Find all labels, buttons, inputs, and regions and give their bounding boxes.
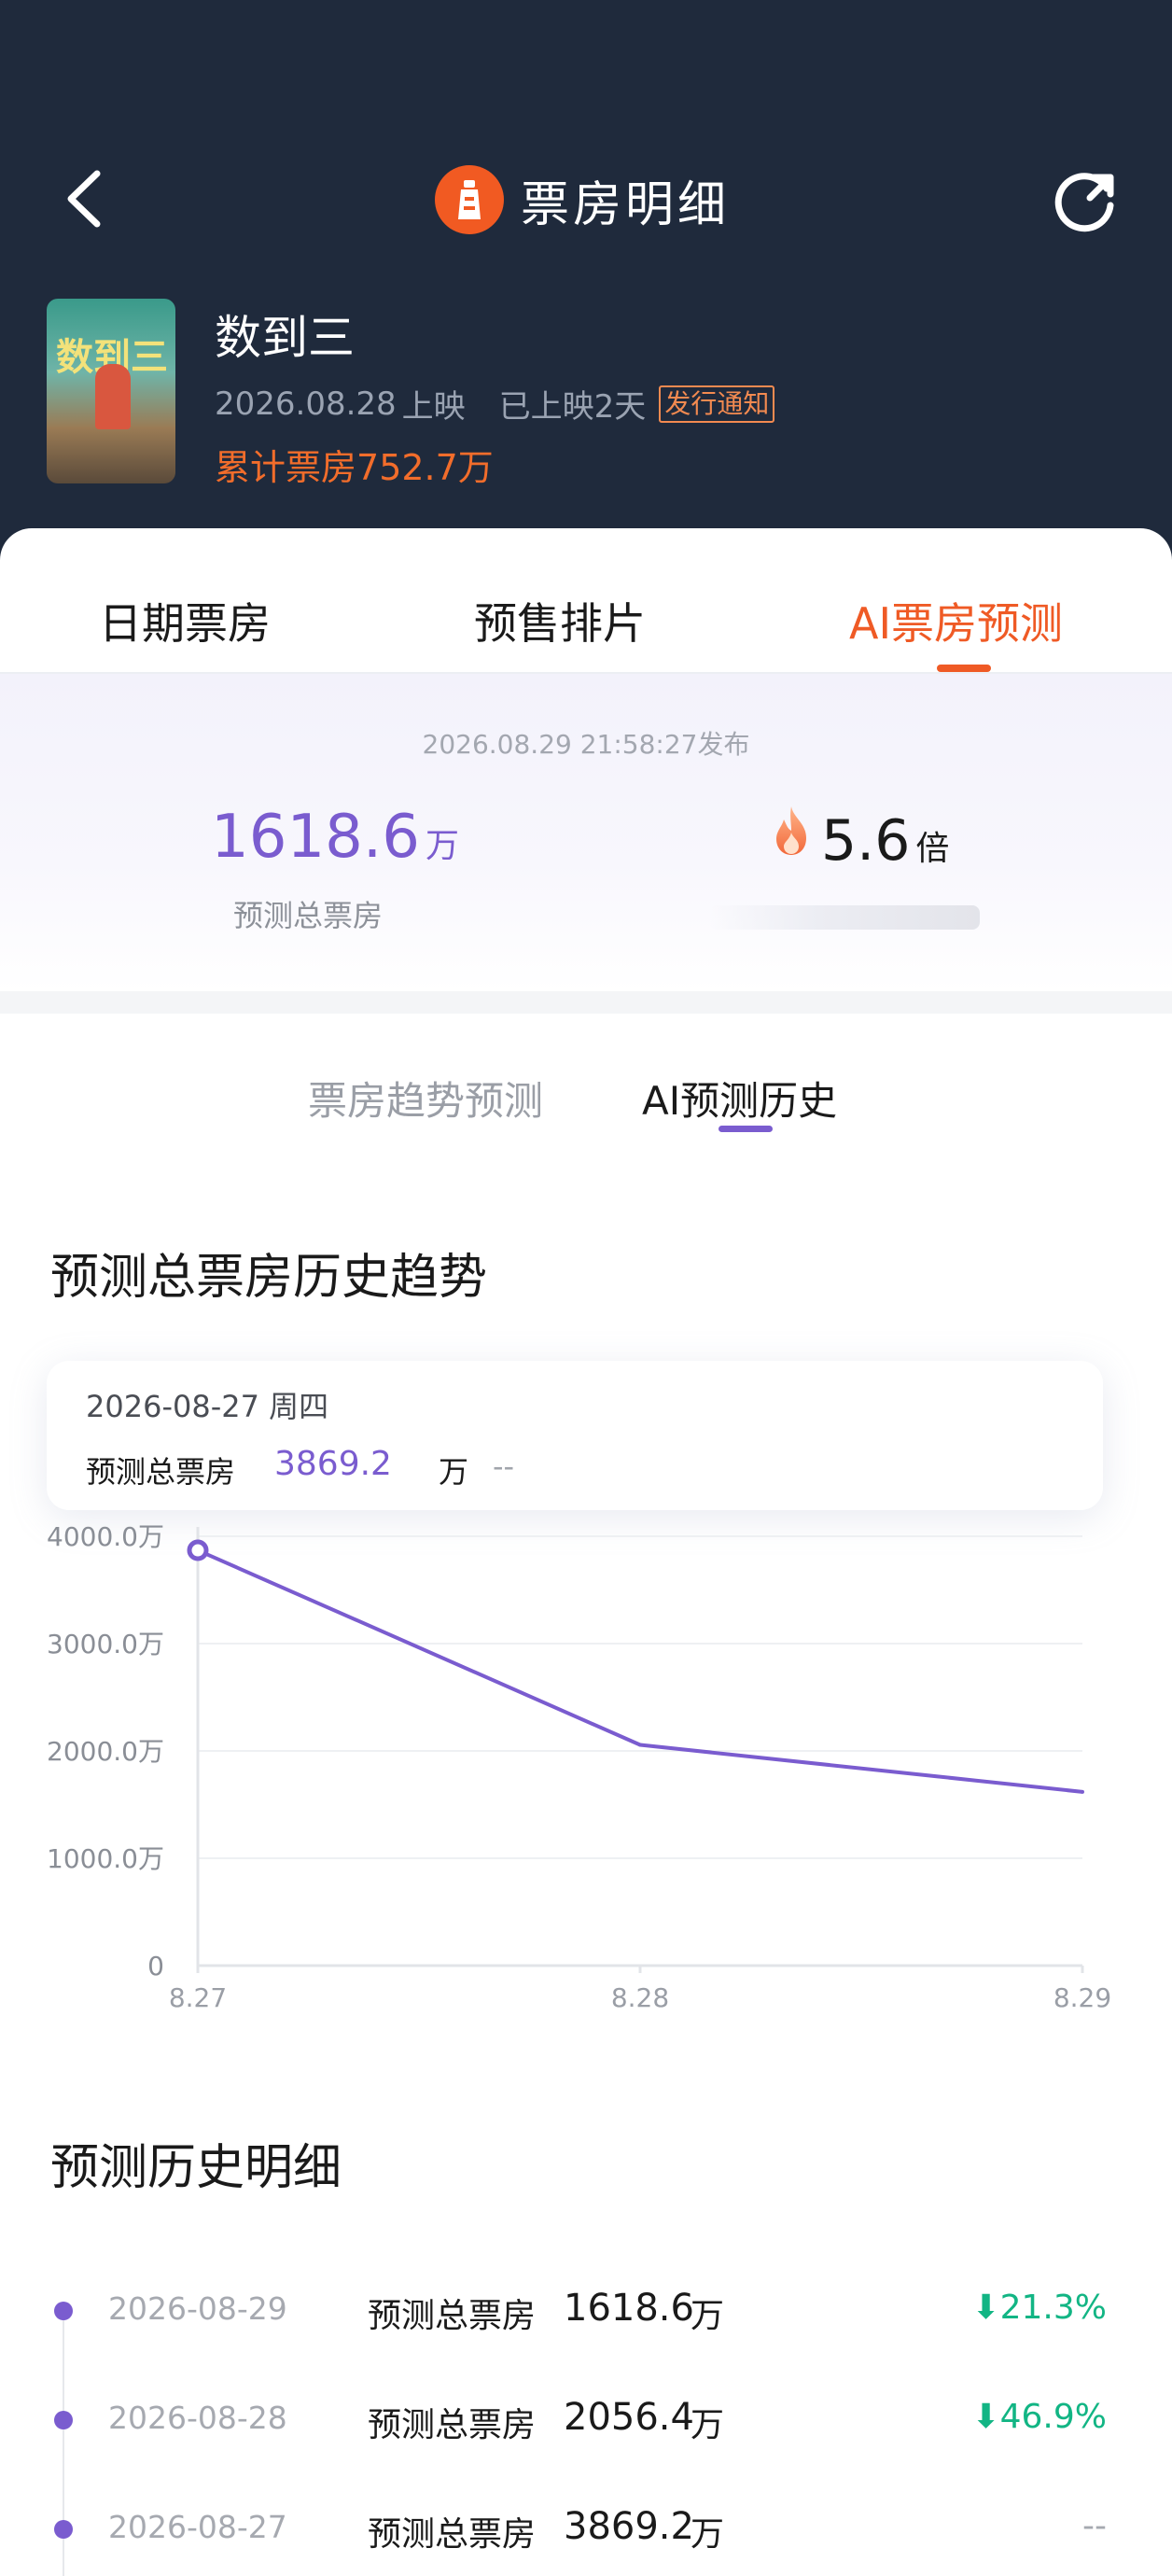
y-tick-label: 4000.0万 xyxy=(47,1521,164,1552)
history-label: 预测总票房 xyxy=(368,2515,537,2554)
header-background xyxy=(0,0,1172,579)
y-tick-label: 1000.0万 xyxy=(47,1843,164,1874)
prediction-band xyxy=(0,674,1172,991)
history-label: 预测总票房 xyxy=(368,2297,537,2335)
total-label: 累计票房 xyxy=(215,447,357,488)
x-tick-label: 8.28 xyxy=(611,1982,669,2013)
history-row: 2026-08-27 预测总票房 3869.2 万 -- xyxy=(0,2501,1172,2576)
tooltip-value: 3869.2 xyxy=(274,1445,392,1483)
history-unit: 万 xyxy=(691,2515,725,2554)
predicted-total-value: 1618.6 xyxy=(211,803,420,872)
arrow-down-icon: ⬇ xyxy=(971,2398,1000,2436)
history-label: 预测总票房 xyxy=(368,2406,537,2444)
fire-icon xyxy=(776,806,806,855)
poster-figure xyxy=(95,364,131,429)
data-point xyxy=(187,1539,209,1561)
release-suffix: 上映 xyxy=(401,388,466,426)
history-change: -- xyxy=(1082,2507,1107,2545)
data-point xyxy=(638,1743,642,1747)
trend-section-title: 预测总票房历史趋势 xyxy=(50,1250,488,1306)
tab-ai-prediction[interactable]: AI票房预测 xyxy=(849,590,1063,651)
tab-date-boxoffice[interactable]: 日期票房 xyxy=(99,590,271,651)
history-change: ⬇21.3% xyxy=(971,2289,1107,2327)
x-tick-label: 8.27 xyxy=(169,1982,227,2013)
tooltip-label: 预测总票房 xyxy=(86,1454,236,1490)
series-line xyxy=(197,1548,1083,1794)
predicted-total-unit: 万 xyxy=(425,827,459,865)
multiple: 5.6 倍 xyxy=(821,808,949,874)
movie-poster[interactable]: 数到三 xyxy=(47,299,175,483)
y-tick-label: 0 xyxy=(147,1951,164,1981)
movie-name: 数到三 xyxy=(215,311,355,365)
multiple-value: 5.6 xyxy=(821,808,911,874)
arrow-down-icon: ⬇ xyxy=(971,2289,1000,2327)
chart-tooltip: 2026-08-27 周四 预测总票房 3869.2 万 -- xyxy=(47,1361,1103,1510)
history-row: 2026-08-29 预测总票房 1618.6 万 ⬇21.3% xyxy=(0,2283,1172,2358)
movie-meta: 2026.08.28 上映 已上映2天 发行通知 xyxy=(215,381,775,427)
active-subtab-indicator xyxy=(719,1126,773,1132)
tab-bar: 日期票房 预售排片 AI票房预测 xyxy=(0,560,1172,672)
back-icon[interactable] xyxy=(58,166,114,231)
x-tick-label: 8.29 xyxy=(1053,1982,1111,2013)
total-boxoffice: 累计票房752.7万 xyxy=(215,439,494,490)
history-change: ⬇46.9% xyxy=(971,2398,1107,2436)
notice-badge[interactable]: 发行通知 xyxy=(659,385,775,423)
section-gap xyxy=(0,991,1172,1014)
release-date: 2026.08.28 xyxy=(215,385,397,423)
refresh-icon[interactable] xyxy=(1051,164,1122,235)
history-date: 2026-08-29 xyxy=(108,2290,287,2327)
tooltip-date: 2026-08-27 周四 xyxy=(86,1389,329,1424)
days-shown: 已上映2天 xyxy=(498,388,647,426)
total-value: 752.7万 xyxy=(356,447,494,488)
subtab-trend-prediction[interactable]: 票房趋势预测 xyxy=(308,1070,543,1127)
y-tick-label: 2000.0万 xyxy=(47,1736,164,1767)
history-unit: 万 xyxy=(691,2297,725,2335)
history-change-value: 46.9% xyxy=(999,2398,1107,2436)
timeline-dot xyxy=(54,2302,73,2320)
timeline-dot xyxy=(54,2411,73,2429)
history-unit: 万 xyxy=(691,2406,725,2444)
tab-presale-schedule[interactable]: 预售排片 xyxy=(474,590,646,651)
lighthouse-logo-icon xyxy=(435,165,504,234)
history-date: 2026-08-27 xyxy=(108,2509,287,2545)
trend-line-chart[interactable]: 0 1000.0万 2000.0万 3000.0万 4000.0万 8.27 8.28 8.2… xyxy=(0,1493,1172,2053)
predicted-total-label: 预测总票房 xyxy=(233,898,384,933)
history-list: 2026-08-29 预测总票房 1618.6 万 ⬇21.3% 2026-08… xyxy=(0,2240,1172,2576)
history-change-value: 21.3% xyxy=(999,2289,1107,2327)
history-section-title: 预测历史明细 xyxy=(50,2140,342,2196)
subtab-ai-history[interactable]: AI预测历史 xyxy=(642,1070,837,1127)
subtab-bar: 票房趋势预测 AI预测历史 xyxy=(0,1064,1172,1139)
tooltip-change: -- xyxy=(493,1449,515,1484)
page-title: 票房明细 xyxy=(435,162,730,237)
active-tab-indicator xyxy=(937,665,991,672)
timeline-dot xyxy=(54,2520,73,2539)
history-value: 3869.2 xyxy=(564,2505,694,2548)
history-row: 2026-08-28 预测总票房 2056.4 万 ⬇46.9% xyxy=(0,2392,1172,2467)
tooltip-unit: 万 xyxy=(439,1454,469,1490)
y-tick-label: 3000.0万 xyxy=(47,1629,164,1659)
predicted-total: 1618.6 万 xyxy=(211,803,459,872)
history-value: 1618.6 xyxy=(564,2287,694,2330)
publish-time: 2026.08.29 21:58:27发布 xyxy=(422,729,750,760)
title-text: 票房明细 xyxy=(521,176,731,233)
blurred-caption xyxy=(709,905,980,930)
history-value: 2056.4 xyxy=(564,2396,694,2439)
multiple-unit: 倍 xyxy=(915,830,950,868)
data-point xyxy=(1081,1789,1084,1794)
history-date: 2026-08-28 xyxy=(108,2400,287,2436)
